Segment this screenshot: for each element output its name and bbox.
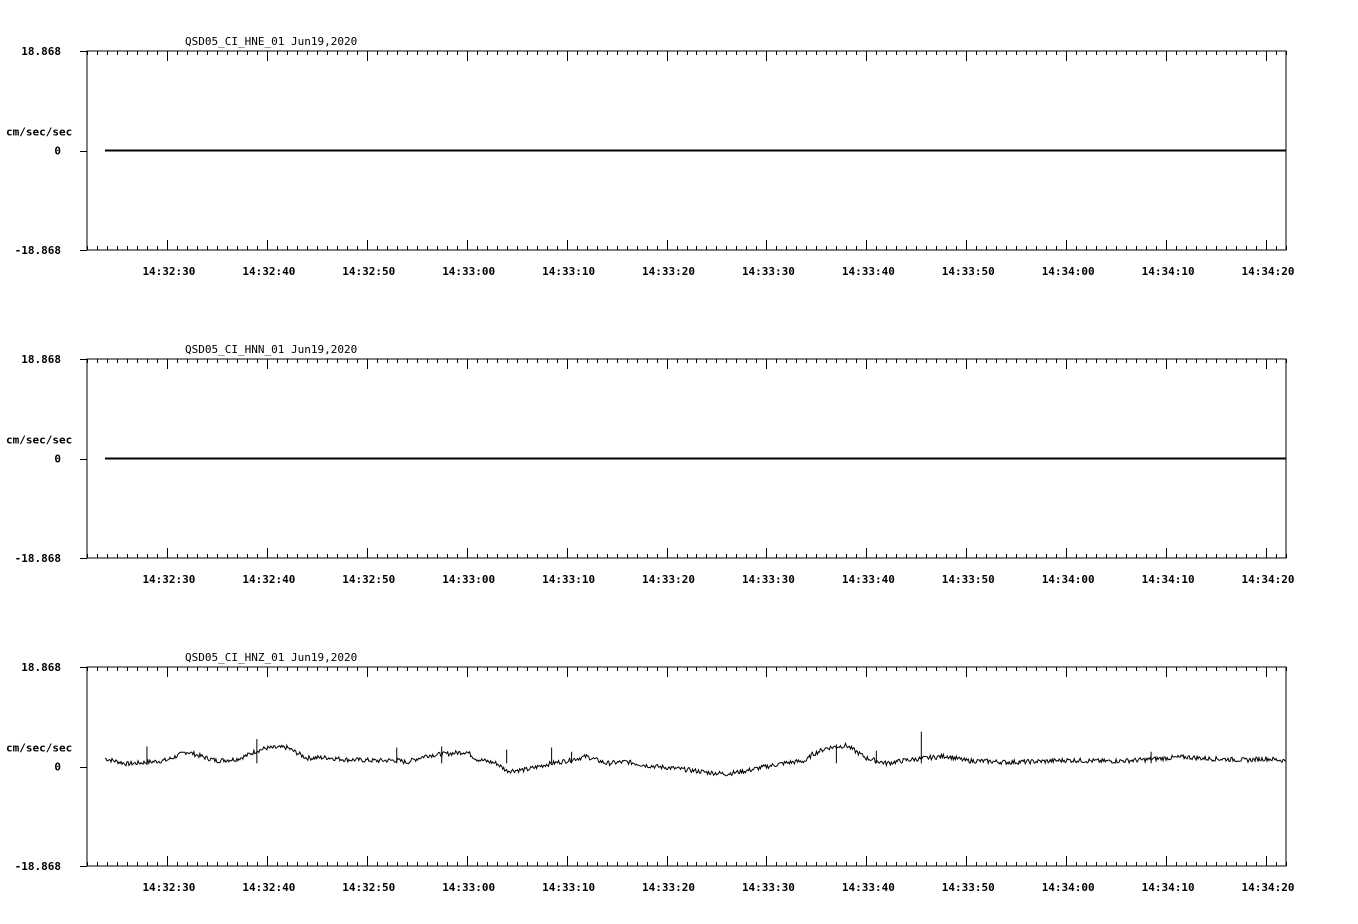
- x-tick-label-4: 14:33:10: [542, 265, 595, 278]
- seismogram-canvas: 18.868 0 -18.868 cm/sec/sec QSD05_CI_HNE_01 …: [6, 35, 1295, 894]
- x-tick-label-0: 14:32:30: [142, 573, 195, 586]
- x-tick-label-11: 14:34:20: [1242, 573, 1295, 586]
- y-tick-label-2: -18.868: [15, 552, 61, 565]
- y-tick-label-2: -18.868: [15, 860, 61, 873]
- x-tick-label-9: 14:34:00: [1042, 265, 1095, 278]
- y-tick-label-1: 0: [54, 761, 61, 774]
- x-tick-label-8: 14:33:50: [942, 573, 995, 586]
- x-tick-label-3: 14:33:00: [442, 265, 495, 278]
- panel-title: QSD05_CI_HNN_01 Jun19,2020: [185, 343, 357, 356]
- x-tick-label-10: 14:34:10: [1142, 265, 1195, 278]
- x-tick-label-5: 14:33:20: [642, 881, 695, 894]
- x-tick-label-9: 14:34:00: [1042, 881, 1095, 894]
- x-tick-label-3: 14:33:00: [442, 881, 495, 894]
- panel-title: QSD05_CI_HNE_01 Jun19,2020: [185, 35, 357, 48]
- y-axis-label: cm/sec/sec: [6, 126, 72, 139]
- seismogram-panel-3: 18.868 0 -18.868 cm/sec/sec QSD05_CI_HNZ_01 …: [6, 651, 1295, 894]
- x-tick-label-7: 14:33:40: [842, 265, 895, 278]
- x-tick-label-2: 14:32:50: [342, 265, 395, 278]
- y-tick-label-1: 0: [54, 453, 61, 466]
- x-tick-label-6: 14:33:30: [742, 881, 795, 894]
- x-tick-label-2: 14:32:50: [342, 573, 395, 586]
- x-tick-label-5: 14:33:20: [642, 265, 695, 278]
- x-tick-label-8: 14:33:50: [942, 881, 995, 894]
- x-tick-label-7: 14:33:40: [842, 881, 895, 894]
- x-tick-label-9: 14:34:00: [1042, 573, 1095, 586]
- y-axis-label: cm/sec/sec: [6, 742, 72, 755]
- x-tick-label-11: 14:34:20: [1242, 265, 1295, 278]
- x-tick-label-2: 14:32:50: [342, 881, 395, 894]
- x-tick-label-1: 14:32:40: [242, 881, 295, 894]
- x-tick-label-10: 14:34:10: [1142, 573, 1195, 586]
- x-tick-label-1: 14:32:40: [242, 265, 295, 278]
- x-tick-label-6: 14:33:30: [742, 265, 795, 278]
- seismogram-panel-1: 18.868 0 -18.868 cm/sec/sec QSD05_CI_HNE_01 …: [6, 35, 1295, 278]
- x-tick-label-10: 14:34:10: [1142, 881, 1195, 894]
- trace-line: [104, 741, 1287, 777]
- x-tick-label-4: 14:33:10: [542, 573, 595, 586]
- x-tick-label-5: 14:33:20: [642, 573, 695, 586]
- y-axis-label: cm/sec/sec: [6, 434, 72, 447]
- x-tick-label-4: 14:33:10: [542, 881, 595, 894]
- panel-title: QSD05_CI_HNZ_01 Jun19,2020: [185, 651, 357, 664]
- y-tick-label-0: 18.868: [21, 353, 61, 366]
- x-tick-label-3: 14:33:00: [442, 573, 495, 586]
- y-tick-label-0: 18.868: [21, 45, 61, 58]
- seismogram-panel-2: 18.868 0 -18.868 cm/sec/sec QSD05_CI_HNN_01 …: [6, 343, 1295, 586]
- x-tick-label-0: 14:32:30: [142, 265, 195, 278]
- x-tick-label-8: 14:33:50: [942, 265, 995, 278]
- y-tick-label-2: -18.868: [15, 244, 61, 257]
- x-tick-label-1: 14:32:40: [242, 573, 295, 586]
- y-tick-label-1: 0: [54, 145, 61, 158]
- x-tick-label-7: 14:33:40: [842, 573, 895, 586]
- x-tick-label-0: 14:32:30: [142, 881, 195, 894]
- x-tick-label-6: 14:33:30: [742, 573, 795, 586]
- y-tick-label-0: 18.868: [21, 661, 61, 674]
- plot-frame: [86, 666, 1287, 867]
- x-tick-label-11: 14:34:20: [1242, 881, 1295, 894]
